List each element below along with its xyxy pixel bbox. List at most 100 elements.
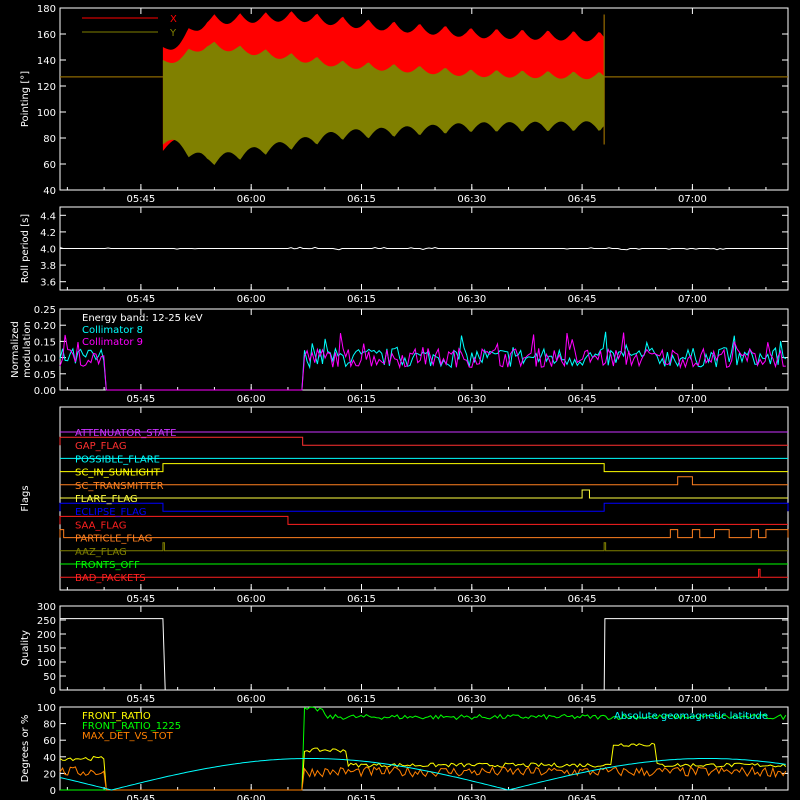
quality-ytick-label: 300 (37, 602, 56, 613)
pointing-xtick-label: 06:45 (568, 194, 597, 205)
ratios-xtick-label: 06:45 (568, 794, 597, 800)
ratios-xtick-label: 06:30 (457, 794, 486, 800)
ratios-xtick-label: 05:45 (126, 794, 155, 800)
pointing-ytick-label: 140 (37, 56, 56, 67)
pointing-ylabel: Pointing [°] (20, 71, 31, 127)
modulation-ytick-label: 0.25 (34, 305, 56, 316)
ratio-legend-geomagnetic-latitude: Absolute geomagnetic latitude (614, 711, 768, 722)
quality-panel (59, 605, 789, 691)
flag-line-bad-packets (60, 568, 788, 578)
flags-ylabel: Flags (20, 485, 31, 511)
modulation-ylabel-2: modulation (22, 321, 33, 378)
flag-line-eclipse-flag (59, 502, 789, 512)
quality-ytick-label: 100 (37, 658, 56, 669)
pointing-ytick-label: 40 (43, 186, 56, 197)
flag-label-fronts-off: FRONTS_OFF (75, 560, 140, 571)
flag-line-sc-in-sunlight (60, 463, 788, 473)
ratios-xtick-label: 06:15 (347, 794, 376, 800)
legend-label-x: X (170, 14, 177, 25)
ratios-xtick-label: 06:00 (237, 794, 266, 800)
roll-ylabel: Roll period [s] (20, 214, 31, 283)
quality-ylabel: Quality (20, 630, 31, 666)
ratios-ytick-label: 60 (43, 736, 56, 747)
modulation-legend-8: Collimator 8 (82, 325, 143, 336)
flag-label-sc-transmitter: SC_TRANSMITTER (75, 481, 164, 492)
ratios-ytick-label: 100 (37, 703, 56, 714)
flag-label-sc-in-sunlight: SC_IN_SUNLIGHT (75, 468, 161, 479)
modulation-legend-9: Collimator 9 (82, 337, 143, 348)
quality-xtick-label: 06:30 (457, 694, 486, 705)
flag-label-bad-packets: BAD_PACKETS (75, 573, 146, 584)
ratios-ytick-label: 20 (43, 769, 56, 780)
ratios-ytick-label: 0 (50, 786, 56, 797)
roll-ytick-label: 3.8 (40, 261, 56, 272)
modulation-xtick-label: 06:45 (568, 394, 597, 405)
flag-label-flare-flag: FLARE_FLAG (75, 494, 138, 505)
pointing-ytick-label: 60 (43, 160, 56, 171)
flags-xtick-label: 06:00 (237, 594, 266, 605)
quality-ytick-label: 250 (37, 616, 56, 627)
modulation-ytick-label: 0.15 (34, 337, 56, 348)
quality-xtick-label: 06:15 (347, 694, 376, 705)
modulation-ytick-label: 0.20 (34, 321, 56, 332)
modulation-ytick-label: 0.00 (34, 386, 56, 397)
pointing-ytick-label: 180 (37, 4, 56, 15)
modulation-xtick-label: 06:00 (237, 394, 266, 405)
flags-xtick-label: 06:30 (457, 594, 486, 605)
roll-ytick-label: 4.0 (40, 245, 56, 256)
quality-line (60, 618, 788, 691)
modulation-xtick-label: 06:30 (457, 394, 486, 405)
flags-xtick-label: 06:45 (568, 594, 597, 605)
modulation-xtick-label: 06:15 (347, 394, 376, 405)
flags-xtick-label: 07:00 (678, 594, 707, 605)
pointing-ytick-label: 100 (37, 108, 56, 119)
pointing-xtick-label: 05:45 (126, 194, 155, 205)
modulation-ylabel: Normalized (10, 321, 21, 378)
quality-xtick-label: 07:00 (678, 694, 707, 705)
roll-ytick-label: 4.2 (40, 228, 56, 239)
flags-xtick-label: 05:45 (126, 594, 155, 605)
pointing-ytick-label: 120 (37, 82, 56, 93)
pointing-xtick-label: 06:00 (237, 194, 266, 205)
modulation-xtick-label: 07:00 (678, 394, 707, 405)
flag-label-eclipse-flag: ECLIPSE_FLAG (75, 507, 146, 518)
modulation-series-9 (59, 332, 786, 391)
pointing-xtick-label: 07:00 (678, 194, 707, 205)
modulation-xtick-label: 05:45 (126, 394, 155, 405)
roll-panel (59, 206, 789, 291)
roll-xtick-label: 05:45 (126, 294, 155, 305)
pointing-ytick-label: 160 (37, 30, 56, 41)
roll-xtick-label: 06:45 (568, 294, 597, 305)
ratios-ytick-label: 40 (43, 753, 56, 764)
flag-label-aaz-flag: AAZ_FLAG (75, 547, 127, 558)
ratios-ylabel: Degrees or % (20, 715, 31, 783)
flag-line-aaz-flag (60, 542, 788, 552)
pointing-xtick-label: 06:15 (347, 194, 376, 205)
quality-xtick-label: 06:45 (568, 694, 597, 705)
flag-label-saa-flag: SAA_FLAG (75, 520, 126, 531)
flag-label-particle-flag: PARTICLE_FLAG (75, 534, 152, 545)
quality-ytick-label: 150 (37, 644, 56, 655)
modulation-annotation: Energy band: 12-25 keV (82, 313, 203, 324)
legend-label-y: Y (169, 28, 177, 39)
stix-quicklook-figure: 05:45 06:00 06:15 06:30 06:45 07:00 40 60 80 100 1… (10, 4, 789, 800)
quality-ytick-label: 200 (37, 630, 56, 641)
flags-xtick-label: 06:15 (347, 594, 376, 605)
modulation-ytick-label: 0.10 (34, 354, 56, 365)
ratios-xtick-label: 07:00 (678, 794, 707, 800)
roll-xtick-label: 06:15 (347, 294, 376, 305)
ratio-front-ratio-line (59, 742, 787, 791)
flag-label-attenuator-state: ATTENUATOR_STATE (75, 428, 176, 439)
modulation-ytick-label: 0.05 (34, 370, 56, 381)
roll-xtick-label: 07:00 (678, 294, 707, 305)
flag-label-possible-flare: POSSIBLE_FLARE (75, 454, 160, 465)
roll-ytick-label: 3.6 (40, 278, 56, 289)
quality-ytick-label: 0 (50, 686, 56, 697)
roll-xtick-label: 06:30 (457, 294, 486, 305)
flag-line-flare-flag (60, 489, 788, 499)
pointing-ytick-label: 80 (43, 134, 56, 145)
roll-period-line (59, 246, 786, 251)
quality-xtick-label: 05:45 (126, 694, 155, 705)
flag-label-gap-flag: GAP_FLAG (75, 441, 127, 452)
ratios-ytick-label: 80 (43, 720, 56, 731)
